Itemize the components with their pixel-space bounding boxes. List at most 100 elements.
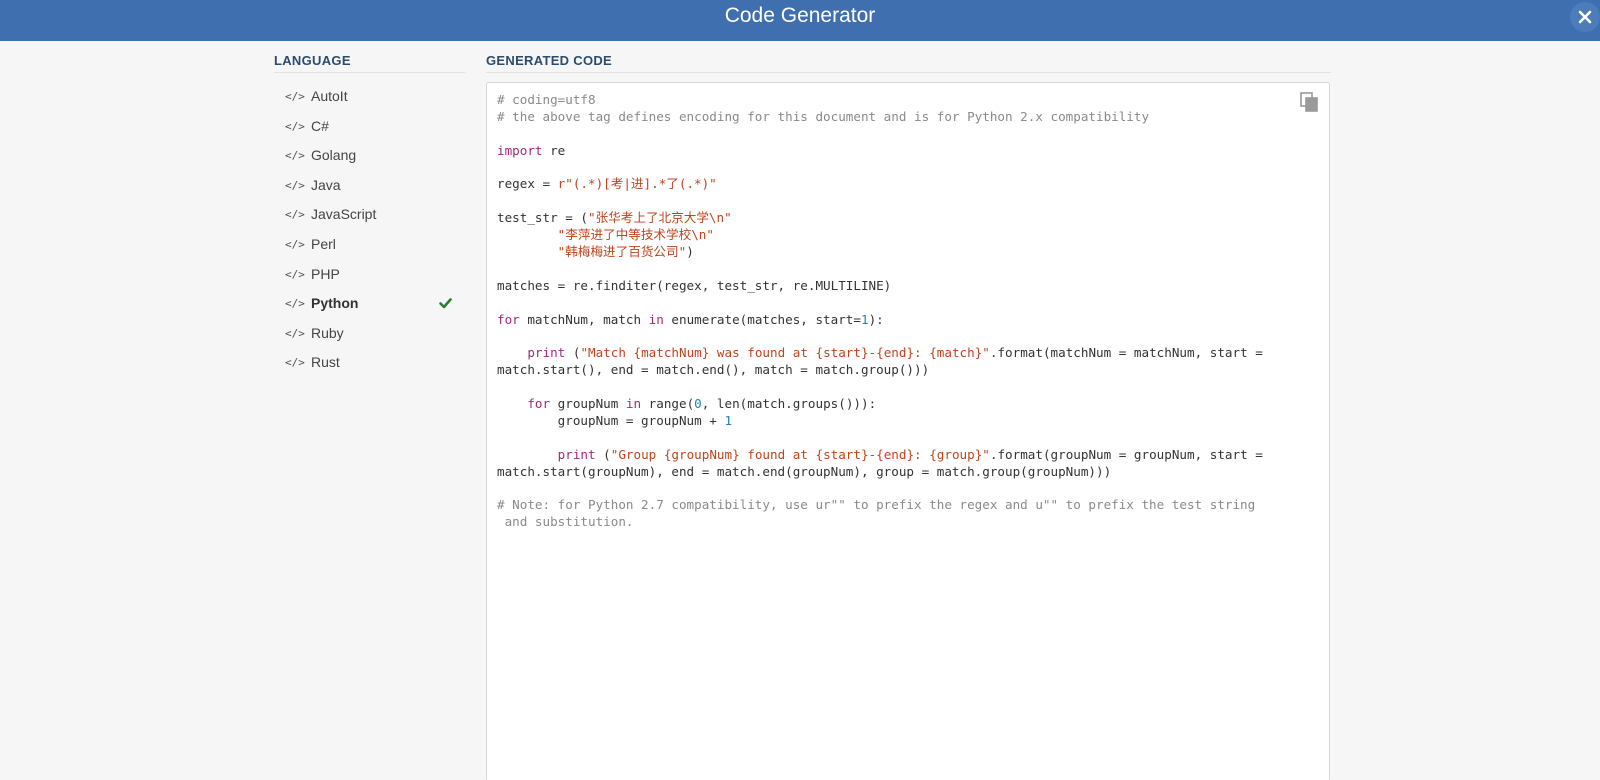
code-text: ) [686,244,694,260]
window-title: Code Generator [724,4,876,27]
code-text: groupNum = groupNum + [497,412,725,428]
code-text: test_str = ( [497,210,588,226]
code-block: # coding=utf8 # the above tag defines enc… [497,92,1321,531]
language-label: Java [311,176,341,193]
code-icon: </> [285,297,305,311]
language-label: AutoIt [311,88,348,104]
code-line: and substitution. [497,514,1321,531]
code-text: regex = [497,176,558,192]
code-string: "韩梅梅进了百货公司" [557,244,687,260]
code-number: 0 [694,396,702,412]
language-item-golang[interactable]: </> Golang [274,141,465,171]
code-comment: # coding=utf8 [497,92,596,107]
code-number: 1 [860,311,869,327]
language-item-c[interactable]: </> C# [274,112,465,142]
language-label: Python [311,295,359,312]
code-line: print ("Match {matchNum} was found at {s… [497,345,1321,362]
checkmark-icon [439,298,452,309]
code-comment: # the above tag defines encoding for thi… [497,108,1150,124]
code-line: for groupNum in range(0, len(match.group… [497,396,1321,413]
language-heading: LANGUAGE [274,53,351,68]
title-bar: Code Generator [0,0,1600,41]
code-line: matches = re.finditer(regex, test_str, r… [497,278,1321,295]
code-comment: # Note: for Python 2.7 compatibility, us… [497,497,1256,513]
code-icon: </> [285,267,305,281]
code-text: match.start(groupNum), end = match.end(g… [497,463,1112,479]
code-keyword: in [625,396,642,412]
code-text: re [542,142,566,158]
code-text: ( [565,345,581,361]
language-item-rust[interactable]: </> Rust [274,348,465,378]
code-number: 1 [724,412,733,428]
language-divider [274,72,465,73]
code-text: match.start(), end = match.end(), match … [497,362,930,378]
language-label: PHP [311,265,340,282]
code-text: , len(match.groups())): [701,396,877,412]
language-label: JavaScript [311,206,377,223]
code-keyword: for [527,396,551,412]
code-keyword: for [497,311,520,327]
code-line: match.start(), end = match.end(), match … [497,362,1321,379]
code-icon: </> [285,178,305,192]
code-icon: </> [285,356,305,370]
code-line: # coding=utf8 [497,92,1321,109]
code-icon: </> [285,326,305,340]
code-text: groupNum [550,396,626,412]
language-item-autoit[interactable]: </> AutoIt [274,82,465,112]
language-item-perl[interactable]: </> Perl [274,230,465,260]
language-item-ruby[interactable]: </> Ruby [274,319,465,349]
code-string: "Group {groupNum} found at {start}-{end}… [610,446,990,462]
code-line: test_str = ("张华考上了北京大学\n" [497,210,1321,227]
code-line: "李萍进了中等技术学校\n" [497,227,1321,244]
code-line: print ("Group {groupNum} found at {start… [497,447,1321,464]
code-text: enumerate(matches, start= [663,311,861,327]
code-line: "韩梅梅进了百货公司") [497,244,1321,261]
code-line: # the above tag defines encoding for thi… [497,109,1321,126]
code-line: import re [497,143,1321,160]
code-text: .format(matchNum = matchNum, start = [989,345,1263,361]
code-string: "张华考上了北京大学\n" [588,210,732,226]
code-keyword: import [497,142,543,158]
code-text: .format(groupNum = groupNum, start = [989,446,1263,462]
close-icon [1578,10,1592,24]
code-icon: </> [285,90,305,103]
code-icon: </> [285,208,305,222]
language-item-python[interactable]: </> Python [274,289,465,319]
code-text: matches = re.finditer(regex, test_str, r… [497,277,892,293]
language-label: Perl [311,235,336,252]
code-icon: </> [285,149,305,163]
code-text: ( [595,446,611,462]
code-string: "Match {matchNum} was found at {start}-{… [580,345,990,361]
language-item-javascript[interactable]: </> JavaScript [274,200,465,230]
code-line: regex = r"(.*)[考|进].*了(.*)" [497,176,1321,193]
code-line: groupNum = groupNum + 1 [497,413,1321,430]
code-comment: and substitution. [497,514,634,530]
generated-code-divider [486,72,1331,73]
language-item-java[interactable]: </> Java [274,171,465,201]
code-keyword: print [557,446,596,462]
language-list: </> AutoIt </> C# </> Golang </> Java </> JavaScr… [274,82,465,378]
code-icon: </> [285,237,305,251]
language-label: Rust [311,354,340,371]
code-keyword: print [527,345,566,361]
generated-code-heading: GENERATED CODE [486,53,613,68]
language-item-php[interactable]: </> PHP [274,260,465,290]
code-keyword: in [648,311,664,327]
code-text: matchNum, match [519,311,649,327]
code-line: match.start(groupNum), end = match.end(g… [497,464,1321,481]
language-label: Golang [311,147,357,164]
close-button[interactable] [1570,2,1600,32]
language-label: C# [311,117,329,134]
